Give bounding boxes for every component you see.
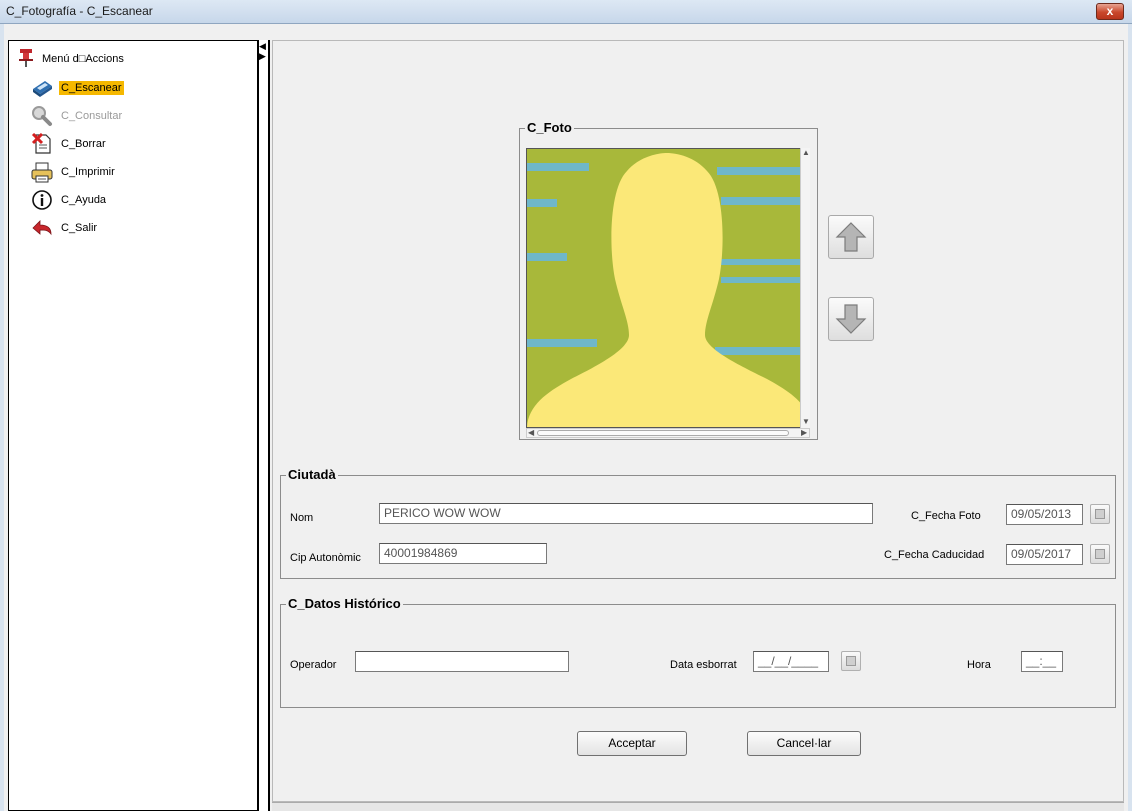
menu-item-imprimir[interactable]: C_Imprimir	[31, 161, 231, 183]
photo	[526, 148, 810, 428]
scanner-icon	[31, 77, 53, 99]
printer-icon	[31, 161, 53, 183]
scroll-down-icon[interactable]: ▼	[802, 418, 810, 426]
main-panel: C_Foto ▲ ▼ ◀ ▶ Ciutadà Nom PERICO WOW WO…	[272, 40, 1124, 802]
close-button[interactable]: x	[1096, 3, 1124, 20]
menu-header-label: Menú d□Accions	[42, 53, 124, 65]
foto-legend: C_Foto	[525, 120, 574, 135]
fecha-foto-label: C_Fecha Foto	[911, 510, 981, 522]
panel-splitter[interactable]: ◀ ▶	[258, 40, 270, 811]
cip-field[interactable]: 40001984869	[379, 543, 547, 564]
menu-item-ayuda[interactable]: C_Ayuda	[31, 189, 231, 211]
operador-label: Operador	[290, 659, 337, 671]
cancel-button[interactable]: Cancel·lar	[747, 731, 861, 756]
photo-horizontal-scrollbar[interactable]: ◀ ▶	[526, 428, 810, 438]
calendar-icon	[1095, 509, 1105, 519]
exit-arrow-icon	[31, 217, 53, 239]
historico-legend: C_Datos Histórico	[286, 596, 403, 611]
accept-button[interactable]: Acceptar	[577, 731, 687, 756]
cip-label: Cip Autonòmic	[290, 552, 361, 564]
fecha-caducidad-calendar-button[interactable]	[1090, 544, 1110, 564]
menu-item-label: C_Salir	[61, 222, 98, 234]
calendar-icon	[846, 656, 856, 666]
scroll-thumb[interactable]	[537, 430, 789, 436]
calendar-icon	[1095, 549, 1105, 559]
data-esborrat-label: Data esborrat	[670, 659, 737, 671]
arrow-up-icon	[835, 222, 867, 252]
menu-item-label: C_Ayuda	[61, 194, 107, 206]
menu-item-consultar[interactable]: C_Consultar	[31, 105, 231, 127]
foto-group: C_Foto ▲ ▼ ◀ ▶	[519, 120, 818, 440]
info-icon	[31, 189, 53, 211]
delete-document-icon	[31, 132, 53, 155]
photo-vertical-scrollbar[interactable]: ▲ ▼	[800, 148, 810, 428]
scroll-right-icon[interactable]: ▶	[801, 429, 807, 437]
collapse-left-icon[interactable]: ◀	[259, 42, 266, 51]
expand-right-icon[interactable]: ▶	[259, 52, 266, 61]
menu-item-label: C_Escanear	[59, 81, 124, 95]
operador-field[interactable]	[355, 651, 569, 672]
fecha-caducidad-label: C_Fecha Caducidad	[884, 549, 985, 561]
move-up-button[interactable]	[828, 215, 874, 259]
magnifier-icon	[31, 105, 53, 127]
fecha-foto-field[interactable]: 09/05/2013	[1006, 504, 1083, 525]
menu-item-salir[interactable]: C_Salir	[31, 217, 231, 239]
hora-field[interactable]: __:__	[1021, 651, 1063, 672]
bottom-splitter[interactable]	[272, 802, 1124, 811]
pin-icon[interactable]	[19, 49, 33, 70]
nom-label: Nom	[290, 512, 314, 524]
menu-item-label: C_Imprimir	[61, 166, 115, 178]
nom-field[interactable]: PERICO WOW WOW	[379, 503, 873, 524]
scroll-up-icon[interactable]: ▲	[802, 149, 810, 157]
historico-group: C_Datos Histórico Operador Data esborrat…	[280, 596, 1116, 708]
data-esborrat-field[interactable]: __/__/____	[753, 651, 829, 672]
menu-item-label: C_Consultar	[61, 110, 123, 122]
fecha-caducidad-field[interactable]: 09/05/2017	[1006, 544, 1083, 565]
ciutada-legend: Ciutadà	[286, 467, 338, 482]
move-down-button[interactable]	[828, 297, 874, 341]
actions-menu: Menú d□Accions C_Escanear C_Consultar C_…	[8, 40, 258, 811]
window-title: C_Fotografía - C_Escanear	[6, 4, 153, 18]
scroll-left-icon[interactable]: ◀	[528, 429, 534, 437]
menu-item-label: C_Borrar	[61, 138, 106, 150]
menu-item-escanear[interactable]: C_Escanear	[31, 77, 231, 99]
close-icon: x	[1106, 4, 1114, 18]
arrow-down-icon	[835, 304, 867, 334]
hora-label: Hora	[967, 659, 991, 671]
menu-item-borrar[interactable]: C_Borrar	[31, 132, 231, 155]
fecha-foto-calendar-button[interactable]	[1090, 504, 1110, 524]
data-esborrat-calendar-button[interactable]	[841, 651, 861, 671]
ciutada-group: Ciutadà Nom PERICO WOW WOW Cip Autonòmic…	[280, 467, 1116, 579]
title-bar: C_Fotografía - C_Escanear x	[0, 0, 1132, 24]
